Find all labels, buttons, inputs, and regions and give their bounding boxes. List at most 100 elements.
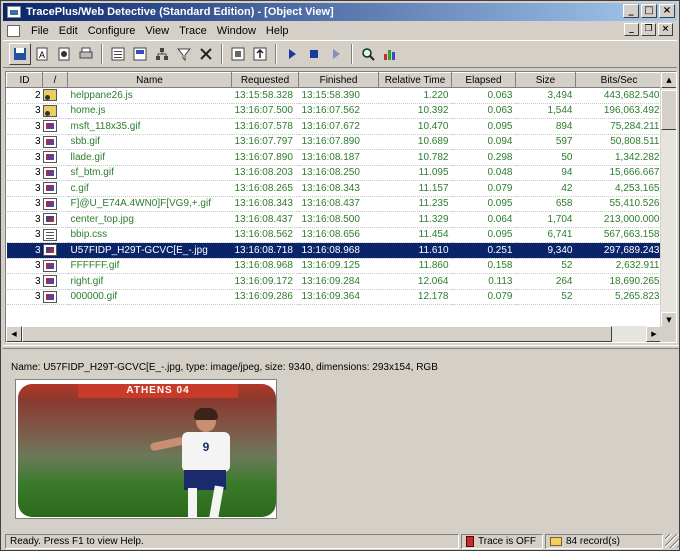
table-row[interactable]: 2 helppane26.js 13:15:58.328 13:15:58.390 1.…: [6, 87, 663, 104]
up-level-icon[interactable]: [249, 43, 271, 65]
list-view-icon[interactable]: [107, 43, 129, 65]
col-finished[interactable]: Finished: [298, 72, 379, 88]
stop-icon[interactable]: [303, 43, 325, 65]
menu-edit[interactable]: Edit: [54, 25, 83, 37]
step-icon[interactable]: [325, 43, 347, 65]
find-icon[interactable]: [357, 43, 379, 65]
table-row[interactable]: 3 sbb.gif 13:16:07.797 13:16:07.890 10.689 0.…: [6, 134, 663, 150]
table-row[interactable]: 3 U57FIDP_H29T-GCVC[E_-.jpg 13:16:08.718 13…: [6, 242, 663, 259]
row-elapsed: 0.095: [451, 196, 516, 212]
gif-filter-icon[interactable]: [129, 43, 151, 65]
row-relative-time: 12.178: [378, 289, 452, 305]
row-finished: 13:16:07.890: [298, 134, 379, 150]
row-requested: 13:16:07.500: [231, 103, 299, 119]
menu-trace[interactable]: Trace: [174, 25, 212, 37]
statistics-icon[interactable]: [379, 43, 401, 65]
row-finished: 13:16:09.125: [298, 258, 379, 274]
row-id: 3: [6, 118, 43, 135]
table-row[interactable]: 3 bbip.css 13:16:08.562 13:16:08.656 11.454 0…: [6, 227, 663, 243]
text-view-icon[interactable]: A: [31, 43, 53, 65]
menu-view[interactable]: View: [140, 25, 174, 37]
table-row[interactable]: 3 000000.gif 13:16:09.286 13:16:09.364 12.17…: [6, 289, 663, 305]
row-requested: 13:16:09.286: [231, 289, 299, 305]
filter-icon[interactable]: [173, 43, 195, 65]
table-row[interactable]: 3 msft_118x35.gif 13:16:07.578 13:16:07.672…: [6, 118, 663, 135]
horizontal-scroll-track[interactable]: [612, 326, 646, 342]
scroll-up-button[interactable]: ▲: [661, 72, 676, 88]
col-id[interactable]: ID: [6, 72, 43, 88]
col-relative-time[interactable]: Relative Time: [378, 72, 452, 88]
menu-file[interactable]: File: [26, 25, 54, 37]
trace-status: Trace is OFF: [478, 535, 536, 547]
mdi-close-button[interactable]: ×: [658, 23, 673, 36]
row-relative-time: 10.470: [378, 118, 452, 135]
row-id: 3: [6, 196, 43, 212]
table-row[interactable]: 3 llade.gif 13:16:07.890 13:16:08.187 10.782…: [6, 149, 663, 166]
maximize-button[interactable]: □: [641, 4, 657, 18]
capture-icon[interactable]: [227, 43, 249, 65]
gif-icon: [42, 197, 57, 210]
row-relative-time: 11.095: [378, 165, 452, 181]
document-icon[interactable]: [7, 24, 20, 37]
object-list[interactable]: ID / Name Requested Finished Relative Ti…: [5, 71, 677, 343]
row-relative-time: 10.689: [378, 134, 452, 150]
row-name: right.gif: [67, 273, 232, 290]
save-icon[interactable]: [9, 43, 31, 65]
object-table: ID / Name Requested Finished Relative Ti…: [6, 72, 663, 305]
col-sort[interactable]: /: [42, 72, 68, 88]
horizontal-scrollbar[interactable]: ◀ ▶: [6, 326, 662, 342]
col-size[interactable]: Size: [515, 72, 576, 88]
gif-icon: [42, 182, 57, 195]
delete-icon[interactable]: [195, 43, 217, 65]
table-row[interactable]: 3 center_top.jpg 13:16:08.437 13:16:08.500 1…: [6, 211, 663, 228]
table-row[interactable]: 3 sf_btm.gif 13:16:08.203 13:16:08.250 11.09…: [6, 165, 663, 181]
col-bits-sec[interactable]: Bits/Sec: [575, 72, 663, 88]
mdi-restore-button[interactable]: ❐: [641, 23, 656, 36]
row-elapsed: 0.095: [451, 118, 516, 135]
row-elapsed: 0.063: [451, 103, 516, 119]
col-requested[interactable]: Requested: [231, 72, 299, 88]
print-icon[interactable]: [75, 43, 97, 65]
row-elapsed: 0.113: [451, 273, 516, 290]
minimize-button[interactable]: _: [623, 4, 639, 18]
col-name[interactable]: Name: [67, 72, 232, 88]
table-row[interactable]: 3 F]@U_E74A.4WN0]F[VG9,+.gif 13:16:08.343 1…: [6, 196, 663, 212]
title-bar[interactable]: TracePlus/Web Detective (Standard Editio…: [3, 3, 677, 21]
row-name: bbip.css: [67, 227, 232, 243]
pane-splitter[interactable]: [3, 345, 679, 349]
menu-window[interactable]: Window: [212, 25, 261, 37]
row-relative-time: 11.454: [378, 227, 452, 243]
resize-grip[interactable]: [665, 534, 679, 548]
play-icon[interactable]: [281, 43, 303, 65]
table-row[interactable]: 3 FFFFFF.gif 13:16:08.968 13:16:09.125 11.86…: [6, 258, 663, 274]
table-row[interactable]: 3 home.js 13:16:07.500 13:16:07.562 10.392 0.…: [6, 103, 663, 119]
scroll-left-button[interactable]: ◀: [6, 326, 22, 342]
gif-icon: [42, 290, 57, 303]
app-icon[interactable]: [7, 6, 21, 18]
row-name: F]@U_E74A.4WN0]F[VG9,+.gif: [67, 196, 232, 212]
row-relative-time: 12.064: [378, 273, 452, 290]
tree-view-icon[interactable]: [151, 43, 173, 65]
row-requested: 13:16:08.265: [231, 180, 299, 197]
mdi-minimize-button[interactable]: _: [624, 23, 639, 36]
close-button[interactable]: ×: [659, 4, 675, 18]
js-icon: [42, 104, 57, 117]
row-finished: 13:15:58.390: [298, 87, 379, 104]
table-row[interactable]: 3 c.gif 13:16:08.265 13:16:08.343 11.157 0.07…: [6, 180, 663, 197]
gif-icon: [42, 135, 57, 148]
row-bits-sec: 196,063.492: [575, 103, 663, 119]
record-icon[interactable]: [53, 43, 75, 65]
menu-help[interactable]: Help: [261, 25, 294, 37]
row-bits-sec: 297,689.243: [575, 242, 663, 259]
col-elapsed[interactable]: Elapsed: [451, 72, 516, 88]
horizontal-scroll-thumb[interactable]: [22, 326, 612, 342]
row-name: helppane26.js: [67, 87, 232, 104]
record-count-panel: 84 record(s): [545, 533, 663, 549]
folder-icon: [550, 536, 562, 546]
menu-configure[interactable]: Configure: [83, 25, 141, 37]
row-size: 6,741: [515, 227, 576, 243]
vertical-scrollbar[interactable]: ▲ ▼: [660, 72, 676, 328]
row-id: 3: [6, 289, 43, 305]
vertical-scroll-thumb[interactable]: [661, 90, 676, 130]
table-row[interactable]: 3 right.gif 13:16:09.172 13:16:09.284 12.064…: [6, 273, 663, 290]
